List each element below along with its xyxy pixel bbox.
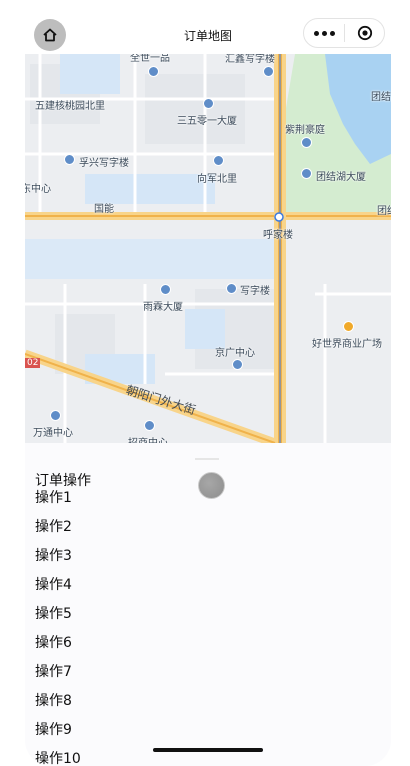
menu-capsule [303, 18, 385, 48]
operation-item[interactable]: 操作10 [35, 751, 81, 766]
map-label: 招商中心 [128, 434, 168, 443]
navigation-bar: 订单地图 [25, 0, 391, 54]
poi-icon [301, 168, 312, 179]
road-badge: 02 [25, 358, 41, 368]
map-label: 雨霖大厦 [143, 302, 183, 313]
touch-indicator [198, 472, 225, 499]
more-button[interactable] [304, 30, 344, 36]
drag-handle[interactable] [195, 458, 219, 460]
more-dot-icon [329, 30, 335, 36]
operation-item[interactable]: 操作1 [35, 490, 81, 519]
shopping-poi-icon [343, 321, 354, 332]
operation-item[interactable]: 操作3 [35, 548, 81, 577]
poi-icon [64, 154, 75, 165]
app-screen: 订单地图 全世一品 汇鑫写字楼 团结 五建核桃园北里 三五零一大厦 紫荆豪庭 孚… [25, 0, 391, 766]
operation-item[interactable]: 操作5 [35, 606, 81, 635]
map-label: 向军北里 [197, 174, 237, 185]
poi-icon [226, 283, 237, 294]
operation-item[interactable]: 操作8 [35, 693, 81, 722]
target-close-icon [357, 25, 372, 41]
poi-icon [301, 137, 312, 148]
map-label: 五建核桃园北里 [35, 101, 105, 112]
map-label: 好世界商业广场 [312, 339, 382, 350]
poi-icon [148, 66, 159, 77]
home-indicator [153, 748, 263, 752]
poi-icon [203, 98, 214, 109]
more-dot-icon [313, 30, 319, 36]
operation-item[interactable]: 操作4 [35, 577, 81, 606]
operation-item[interactable]: 操作6 [35, 635, 81, 664]
map-label: 全世一品 [130, 54, 170, 64]
poi-icon [263, 66, 274, 77]
operations-list: 操作1 操作2 操作3 操作4 操作5 操作6 操作7 操作8 操作9 操作10 [35, 490, 81, 766]
poi-icon [232, 359, 243, 370]
map-label: 紫荆豪庭 [285, 125, 325, 136]
map-label: 万通中心 [33, 428, 73, 439]
map-label: 团结湖大厦 [316, 172, 366, 183]
poi-icon [50, 410, 61, 421]
map-label: 孚兴写字楼 [79, 158, 129, 169]
map-label: 汇鑫写字楼 [225, 54, 275, 65]
poi-icon [160, 284, 171, 295]
map-label: 国能 [94, 204, 114, 215]
map-label: 团结 [377, 206, 391, 217]
operation-item[interactable]: 操作2 [35, 519, 81, 548]
map-view[interactable]: 全世一品 汇鑫写字楼 团结 五建核桃园北里 三五零一大厦 紫荆豪庭 孚兴写字楼 … [25, 54, 391, 443]
map-label: 呼家楼 [263, 230, 293, 241]
map-label: 团结 [371, 92, 391, 103]
close-button[interactable] [345, 25, 384, 41]
poi-icon [144, 420, 155, 431]
map-label: 写字楼 [240, 286, 270, 297]
panel-title: 订单操作 [35, 473, 91, 489]
more-dot-icon [321, 30, 327, 36]
map-label: 三五零一大厦 [177, 116, 237, 127]
operation-item[interactable]: 操作9 [35, 722, 81, 751]
operation-item[interactable]: 操作7 [35, 664, 81, 693]
map-label: 京广中心 [215, 348, 255, 359]
map-label: 东中心 [25, 184, 51, 195]
poi-icon [213, 155, 224, 166]
